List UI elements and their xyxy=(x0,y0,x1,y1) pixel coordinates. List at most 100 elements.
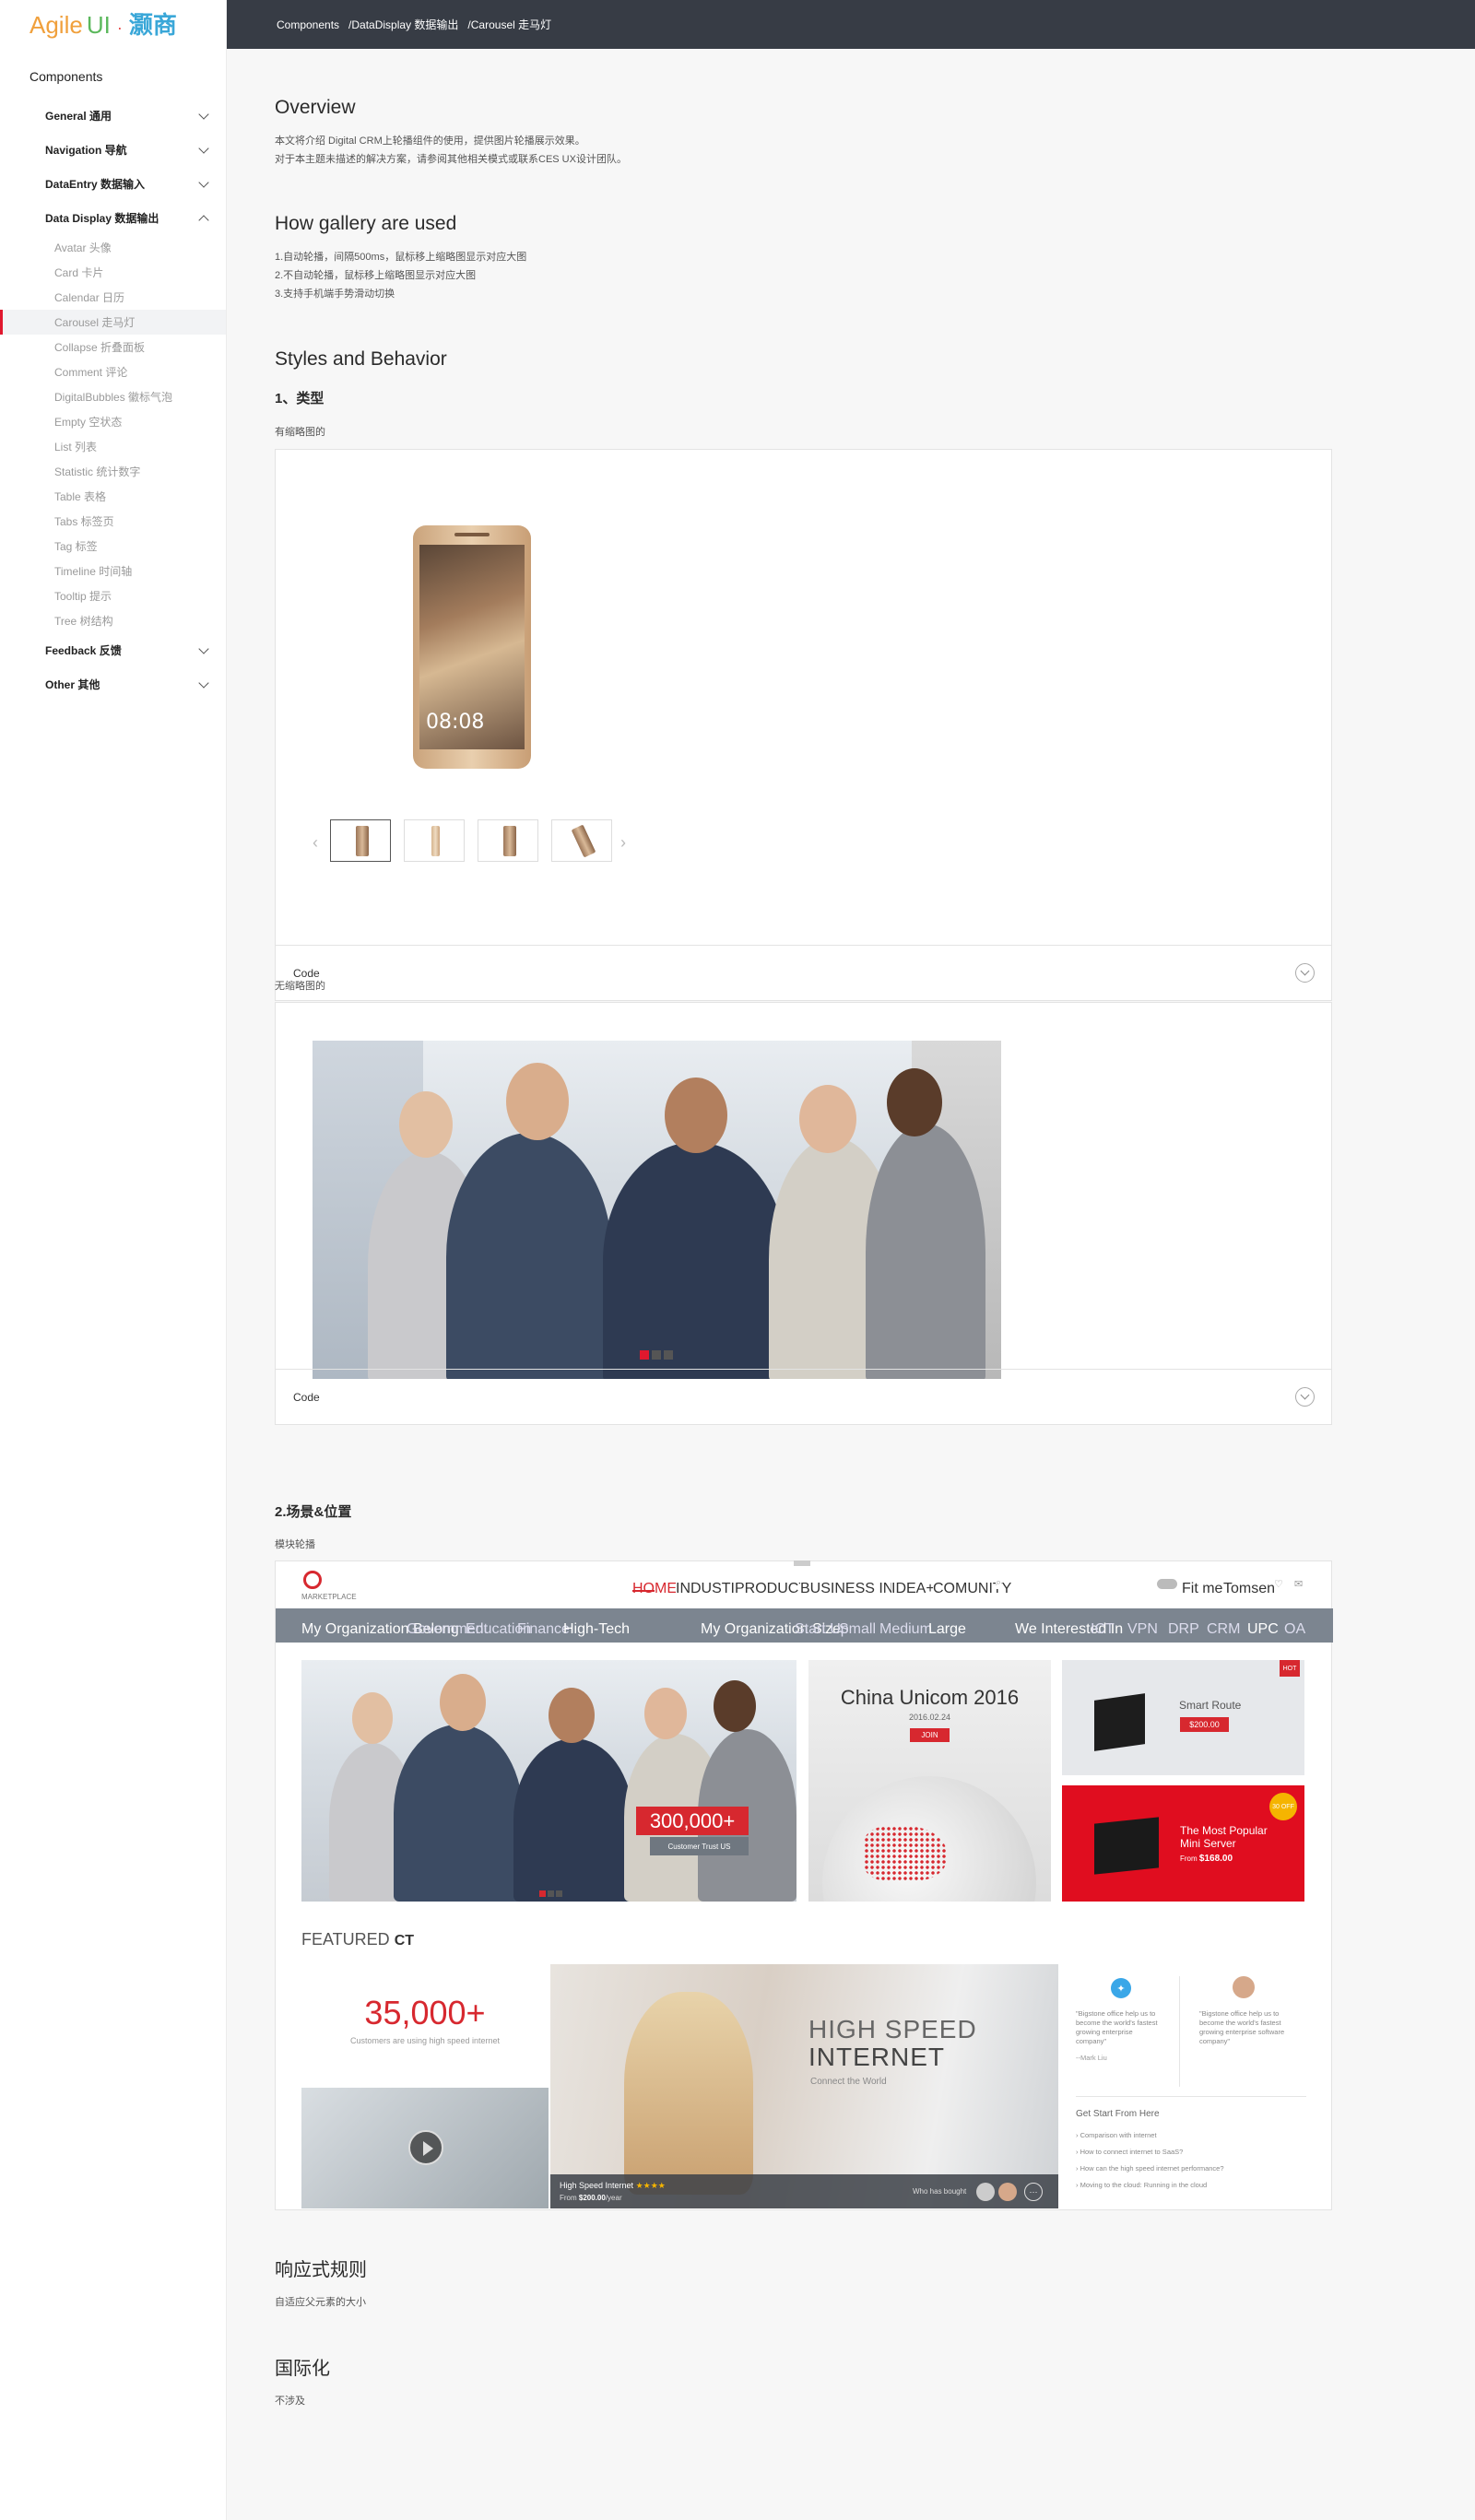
filter-option[interactable]: UPC xyxy=(1247,1621,1279,1638)
sidebar-item-statistic[interactable]: Statistic 统计数字 xyxy=(0,459,226,484)
carousel-dot[interactable] xyxy=(652,1350,661,1360)
breadcrumb-datadisplay[interactable]: /DataDisplay 数据输出 xyxy=(348,17,458,32)
featured-banner[interactable]: HIGH SPEED INTERNET Connect the World Hi… xyxy=(550,1964,1058,2208)
twitter-icon[interactable]: ✦ xyxy=(1111,1978,1131,1998)
sidebar-item-tabs[interactable]: Tabs 标签页 xyxy=(0,509,226,534)
sidebar-item-empty[interactable]: Empty 空状态 xyxy=(0,409,226,434)
heart-icon[interactable]: ♡ xyxy=(1274,1578,1283,1590)
sidebar-item-comment[interactable]: Comment 评论 xyxy=(0,359,226,384)
carousel-thumb[interactable] xyxy=(551,819,612,862)
filter-option[interactable]: Small xyxy=(839,1621,876,1638)
user-name[interactable]: Tomsen xyxy=(1223,1581,1276,1597)
sidebar-item-avatar[interactable]: Avatar 头像 xyxy=(0,235,226,260)
hot-badge: HOT xyxy=(1280,1660,1300,1677)
filter-option[interactable]: Large xyxy=(928,1621,966,1638)
sidebar-item-tooltip[interactable]: Tooltip 提示 xyxy=(0,583,226,608)
sidebar-group-navigation[interactable]: Navigation 导航 xyxy=(0,133,226,167)
caption-price: From $200.00/year xyxy=(560,2194,622,2202)
nav-home[interactable]: HOME xyxy=(632,1581,677,1597)
chevron-right-icon[interactable]: › xyxy=(620,833,626,853)
filter-option[interactable]: High-Tech xyxy=(563,1621,630,1638)
filter-option[interactable]: CRM xyxy=(1207,1621,1240,1638)
person-figure xyxy=(603,1142,787,1379)
sidebar-item-card[interactable]: Card 卡片 xyxy=(0,260,226,285)
chevron-up-icon xyxy=(198,214,209,226)
fit-me-toggle[interactable] xyxy=(1157,1579,1177,1589)
filter-option[interactable]: VPN xyxy=(1127,1621,1158,1638)
sidebar-item-table[interactable]: Table 表格 xyxy=(0,484,226,509)
video-thumbnail[interactable] xyxy=(301,2088,549,2208)
sidebar-item-list[interactable]: List 列表 xyxy=(0,434,226,459)
carousel-dot[interactable] xyxy=(548,1890,554,1897)
nav-idea[interactable]: IDEA+ xyxy=(891,1581,935,1597)
sidebar-group-general[interactable]: General 通用 xyxy=(0,99,226,133)
sidebar-group-feedback[interactable]: Feedback 反馈 xyxy=(0,633,226,667)
phone-speaker xyxy=(454,533,490,536)
i18n-text: 不涉及 xyxy=(275,2396,305,2407)
more-icon[interactable]: ··· xyxy=(1024,2183,1043,2201)
carousel-thumb[interactable] xyxy=(404,819,465,862)
sidebar-group-datadisplay[interactable]: Data Display 数据输出 xyxy=(0,201,226,235)
carousel-dot[interactable] xyxy=(539,1890,546,1897)
banner-caption-bar: High Speed Internet ★★★★ From $200.00/ye… xyxy=(550,2174,1058,2208)
carousel-thumb[interactable] xyxy=(478,819,538,862)
sidebar-item-collapse[interactable]: Collapse 折叠面板 xyxy=(0,335,226,359)
breadcrumb-components[interactable]: Components xyxy=(277,18,339,31)
filter-option[interactable]: Finance xyxy=(517,1621,570,1638)
filter-option[interactable]: ICT xyxy=(1091,1621,1115,1638)
product-card-mini-server[interactable]: 30 OFF The Most Popular Mini Server From… xyxy=(1062,1785,1304,1902)
sidebar-item-tag[interactable]: Tag 标签 xyxy=(0,534,226,559)
carousel-slide-image[interactable] xyxy=(313,1041,1001,1379)
event-date: 2016.02.24 xyxy=(908,1713,951,1722)
expand-icon[interactable] xyxy=(1295,1387,1315,1407)
chevron-down-icon xyxy=(198,176,209,188)
avatar[interactable] xyxy=(1233,1976,1255,1998)
avatar[interactable] xyxy=(976,2183,995,2201)
join-button[interactable]: JOIN xyxy=(910,1728,950,1742)
stat-number: 300,000+ xyxy=(636,1807,749,1835)
person-figure xyxy=(446,1133,612,1379)
carousel-dot[interactable] xyxy=(556,1890,562,1897)
sidebar-item-digitalbubbles[interactable]: DigitalBubbles 徽标气泡 xyxy=(0,384,226,409)
carousel-thumb[interactable] xyxy=(330,819,391,862)
logo[interactable]: Agile UI · 灏商 xyxy=(0,0,226,49)
banner-title-2: INTERNET xyxy=(808,2043,945,2071)
sidebar-item-carousel[interactable]: Carousel 走马灯 xyxy=(0,310,226,335)
sidebar-item-calendar[interactable]: Calendar 日历 xyxy=(0,285,226,310)
sidebar-group-dataentry[interactable]: DataEntry 数据输入 xyxy=(0,167,226,201)
filter-option[interactable]: DRP xyxy=(1168,1621,1199,1638)
carousel-dots xyxy=(539,1890,562,1897)
help-link[interactable]: › How to connect internet to SaaS? xyxy=(1076,2148,1183,2156)
play-icon[interactable] xyxy=(408,2130,443,2165)
help-link-text: How can the high speed internet performa… xyxy=(1080,2164,1224,2173)
product-card-smart-route[interactable]: HOT Smart Route $200.00 xyxy=(1062,1660,1304,1775)
banner-carousel[interactable]: 300,000+ Customer Trust US xyxy=(301,1660,796,1902)
responsive-text: 自适应父元素的大小 xyxy=(275,2297,366,2308)
discount-badge: 30 OFF xyxy=(1269,1793,1297,1820)
featured-label: FEATURED xyxy=(301,1930,390,1949)
code-toggle[interactable]: Code xyxy=(276,1369,1331,1424)
avatar[interactable] xyxy=(998,2183,1017,2201)
filter-option[interactable]: Medium xyxy=(879,1621,932,1638)
help-link[interactable]: › Comparison with internet xyxy=(1076,2131,1157,2139)
code-toggle[interactable]: Code xyxy=(276,945,1331,1000)
search-icon[interactable]: ⌕ xyxy=(996,1577,1002,1589)
help-link[interactable]: › How can the high speed internet perfor… xyxy=(1076,2164,1224,2173)
chat-icon[interactable]: ✉ xyxy=(1294,1578,1304,1590)
carousel-dot[interactable] xyxy=(664,1350,673,1360)
testimonial-quote: "Bigstone office help us to become the w… xyxy=(1199,2009,1285,2045)
filter-option[interactable]: OA xyxy=(1284,1621,1305,1638)
expand-icon[interactable] xyxy=(1295,963,1315,983)
chevron-left-icon[interactable]: ‹ xyxy=(313,833,318,853)
price-from-label: From xyxy=(1180,1855,1198,1863)
sidebar-item-tree[interactable]: Tree 树结构 xyxy=(0,608,226,633)
carousel-dot[interactable] xyxy=(640,1350,649,1360)
stat-number: 35,000+ xyxy=(364,1994,486,2031)
unicom-logo-icon[interactable] xyxy=(303,1571,322,1589)
sidebar-group-other[interactable]: Other 其他 xyxy=(0,667,226,701)
sidebar-item-timeline[interactable]: Timeline 时间轴 xyxy=(0,559,226,583)
stat-card: 35,000+ Customers are using high speed i… xyxy=(301,1964,549,2088)
event-card[interactable]: China Unicom 2016 2016.02.24 JOIN xyxy=(808,1660,1051,1902)
carousel-main-image[interactable]: 08:08 xyxy=(413,525,531,769)
help-link[interactable]: › Moving to the cloud: Running in the cl… xyxy=(1076,2181,1207,2189)
